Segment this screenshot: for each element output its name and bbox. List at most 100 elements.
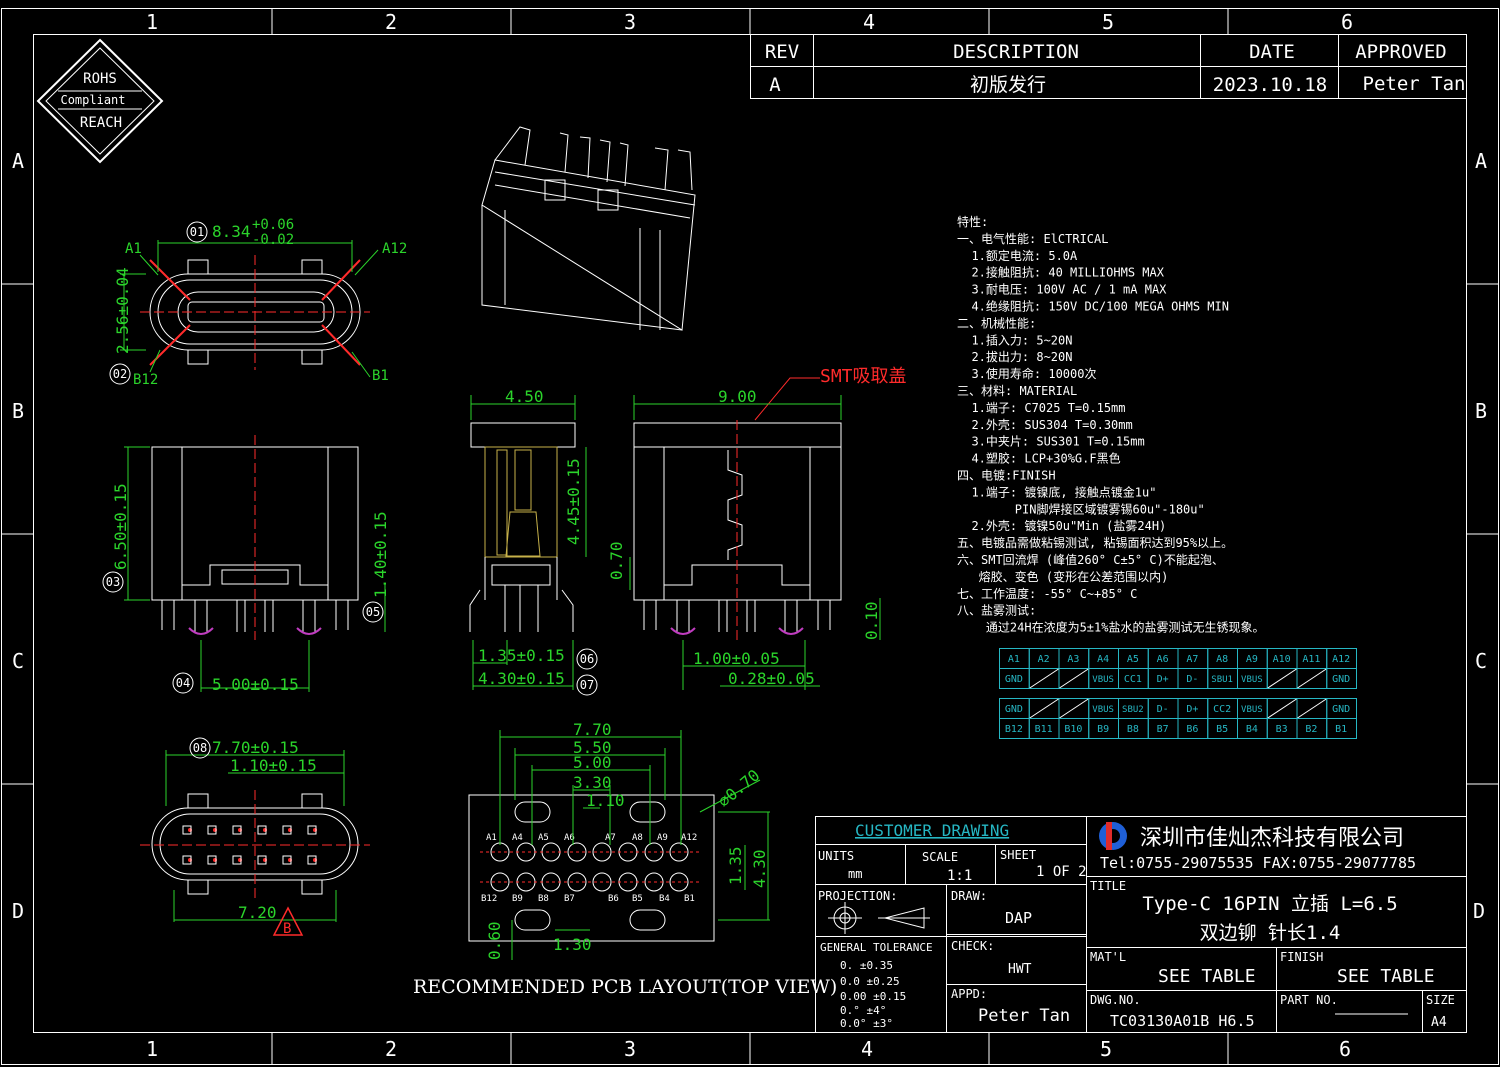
pcb-pin-b4: B4: [659, 894, 670, 904]
col-label-5: 5: [1102, 10, 1114, 34]
pin-table-empty-slash: [1267, 698, 1297, 719]
sheet-value: 1 OF 2: [1036, 864, 1087, 880]
pin-table-label: B10: [1064, 724, 1082, 735]
bottom-len-dim: 7.20: [238, 903, 277, 922]
dwg-value: TC03130A01B H6.5: [1110, 1012, 1255, 1030]
pin-table-label: D-: [1186, 674, 1198, 685]
pin-table-label: GND: [1005, 674, 1023, 685]
date-value: 2023.10.18: [1213, 74, 1327, 96]
pcb-pin-b7: B7: [564, 894, 575, 904]
check-value: HWT: [1008, 962, 1032, 977]
pcb-v1: 1.35: [726, 846, 745, 885]
spec-line: 四、电镀:FINISH: [957, 469, 1056, 483]
general-tolerance-label: GENERAL TOLERANCE: [820, 941, 933, 954]
company-name: 深圳市佳灿杰科技有限公司: [1140, 826, 1404, 851]
draw-label: DRAW:: [951, 889, 987, 903]
pcb-pin-b1: B1: [684, 894, 695, 904]
pin-table-label: B9: [1097, 724, 1109, 735]
row-label-b-right: B: [1475, 399, 1487, 423]
pin-table-label: B8: [1127, 724, 1139, 735]
row-label-b: B: [12, 399, 24, 423]
revision-flag-letter: B: [283, 921, 291, 937]
tol-0: 0. ±0.35: [840, 959, 893, 972]
pcb-layout: A1 A4 A5 A6 A7 A8 A9 A12 B12 B9 B8 B7 B6…: [413, 720, 837, 998]
scale-value: 1:1: [947, 868, 972, 884]
pin-table-label: A11: [1302, 654, 1320, 665]
pcb-dim-330: 3.30: [573, 773, 612, 792]
back-width-dim: 9.00: [718, 387, 757, 406]
spec-line: 五、电镀品需做粘锡测试, 粘锡面积达到95%以上。: [957, 535, 1233, 550]
pcb-pin-a12: A12: [681, 833, 697, 843]
pin-table-label: A12: [1332, 654, 1350, 665]
pin-table-empty-slash: [1029, 668, 1059, 689]
appd-label: APPD:: [951, 987, 987, 1001]
dwg-label: DWG.NO.: [1090, 993, 1141, 1007]
pcb-pin-b12: B12: [481, 894, 497, 904]
projection-symbol: [828, 902, 930, 934]
drawing-title-line2: 双边铆 针长1.4: [1200, 922, 1341, 944]
row-label-a: A: [12, 149, 24, 173]
draw-value: DAP: [1005, 909, 1032, 927]
col-label-3: 3: [624, 10, 636, 34]
spec-line: 4.塑胶: LCP+30%G.F黑色: [957, 451, 1121, 466]
pin-table-label: B11: [1035, 724, 1053, 735]
pin-label-a12: A12: [382, 241, 407, 257]
projection-label: PROJECTION:: [818, 889, 897, 903]
col-label-4: 4: [863, 10, 875, 34]
pcb-pin-a4: A4: [512, 833, 523, 843]
pin-table-label: B1: [1335, 724, 1347, 735]
col-label-2-bottom: 2: [385, 1037, 397, 1061]
pcb-pin-a8: A8: [632, 833, 643, 843]
spec-line: 3.使用寿命: 10000次: [957, 366, 1096, 381]
row-label-c-right: C: [1475, 649, 1487, 673]
units-value: mm: [848, 867, 862, 881]
row-label-a-right: A: [1475, 149, 1487, 173]
pcb-bot2: 1.30: [553, 935, 592, 954]
pin-table-label: SBU2: [1122, 705, 1144, 715]
top-height-dim: 2.56±0.04: [113, 267, 132, 354]
pin-table-label: SBU1: [1211, 675, 1233, 685]
rohs-text: ROHS: [83, 71, 117, 87]
part-label: PART NO.: [1280, 993, 1338, 1007]
appd-value: Peter Tan: [978, 1006, 1070, 1026]
front-height-dim: 6.50±0.15: [111, 483, 130, 570]
top-width-tol-minus: -0.02: [252, 232, 294, 248]
pin-table-label: A10: [1273, 654, 1291, 665]
pcb-pin-a1: A1: [486, 833, 497, 843]
pin-table-label: A8: [1216, 654, 1228, 665]
spec-line: 3.耐电压: 100V AC / 1 mA MAX: [957, 283, 1167, 297]
spec-line: 2.拔出力: 8~20N: [957, 349, 1072, 364]
pin-table-label: A2: [1038, 654, 1050, 665]
reach-text: REACH: [80, 115, 122, 131]
pin-table-label: CC1: [1124, 674, 1142, 685]
rohs-badge: ROHS Compliant REACH: [36, 38, 164, 164]
spec-line: 七、工作温度: -55° C~+85° C: [957, 586, 1137, 601]
pin-table-label: VBUS: [1241, 675, 1263, 685]
matl-value: SEE TABLE: [1158, 966, 1256, 987]
row-label-d-right: D: [1473, 899, 1485, 923]
front-view: 6.50±0.15 1.40±0.15 5.00±0.15: [111, 435, 390, 694]
back-h-dim: 0.10: [862, 601, 881, 640]
col-label-4-bottom: 4: [861, 1037, 873, 1061]
pin-table-label: A5: [1127, 654, 1139, 665]
pcb-pin-b5: B5: [632, 894, 643, 904]
tol-2: 0.00 ±0.15: [840, 990, 906, 1003]
tol-1: 0.0 ±0.25: [840, 975, 900, 988]
col-label-6-bottom: 6: [1339, 1037, 1351, 1061]
side-height-dim: 4.45±0.15: [564, 458, 583, 545]
spec-line: 2.外壳: SUS304 T=0.30mm: [957, 418, 1133, 432]
approved-value: Peter Tan: [1363, 73, 1466, 95]
side-foot1-dim: 1.35±0.15: [478, 646, 565, 665]
pcb-pads: [490, 842, 689, 892]
side-gap-dim: 0.70: [607, 541, 626, 580]
pin-table-label: B2: [1305, 724, 1317, 735]
balloon-07: 07: [580, 678, 594, 692]
scale-label: SCALE: [922, 850, 958, 864]
drawing-sheet: 1 2 3 4 5 6 1 2 3 4 5 6 A B C D A B C D …: [1, 8, 1499, 1065]
spec-line: 1.额定电流: 5.0A: [957, 248, 1078, 263]
pin-table-label: B5: [1216, 724, 1228, 735]
bottom-view: 7.70±0.15 1.10±0.15 7.20 B: [140, 738, 370, 937]
side-width-dim: 4.50: [505, 387, 544, 406]
pcb-pin-a9: A9: [657, 833, 668, 843]
spec-line: 通过24H在浓度为5±1%盐水的盐雾测试无生锈现象。: [957, 620, 1264, 635]
